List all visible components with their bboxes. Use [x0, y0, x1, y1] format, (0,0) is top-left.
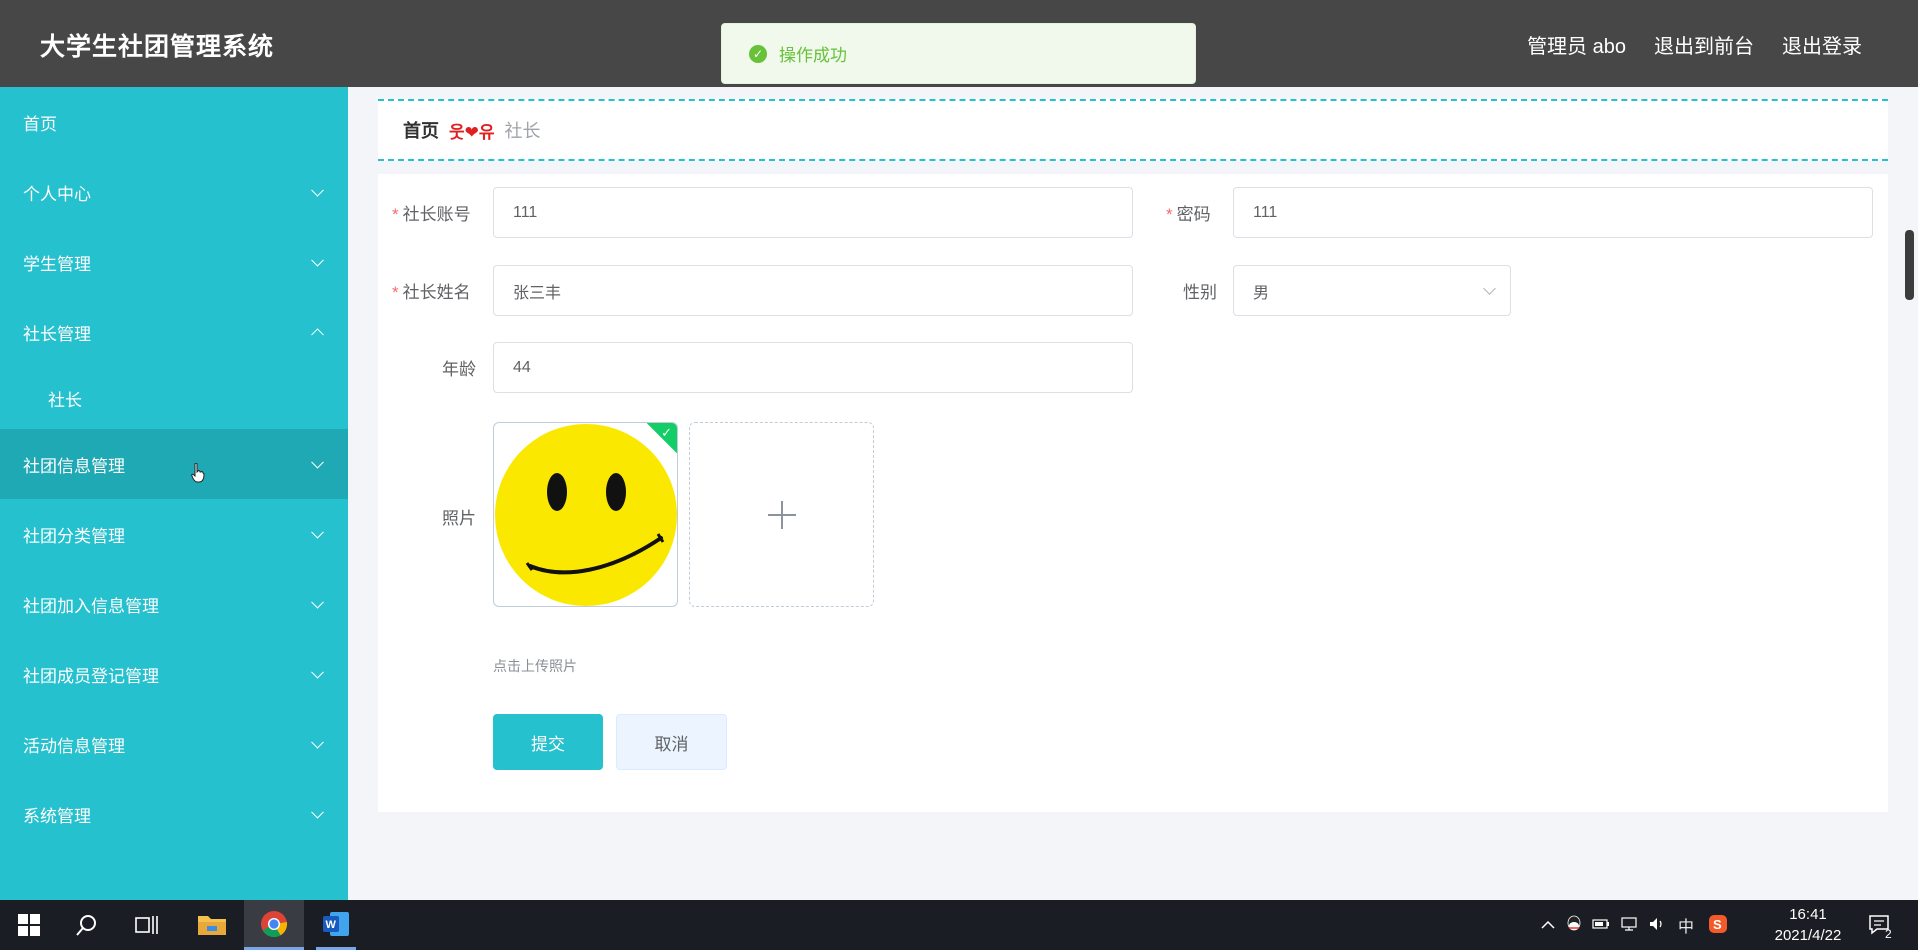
president-form: * 社长账号 111 * 密码 111 * 社长姓名 张三丰 性别 男 年龄 44 照…: [378, 174, 1888, 812]
sidebar-item-president-management[interactable]: 社长管理: [0, 297, 348, 367]
sidebar-item-label: 首页: [23, 114, 57, 134]
page-scrollbar[interactable]: [1905, 230, 1914, 300]
check-icon: ✓: [661, 425, 672, 440]
app-title: 大学生社团管理系统: [40, 33, 275, 61]
sidebar-item-student-management[interactable]: 学生管理: [0, 227, 348, 297]
chevron-up-icon: [311, 328, 324, 342]
smiley-face-image: [495, 424, 677, 606]
sidebar-item-personal-center[interactable]: 个人中心: [0, 157, 348, 227]
chevron-down-icon: [311, 183, 324, 197]
sidebar-item-label: 社团成员登记管理: [23, 666, 159, 686]
account-input[interactable]: 111: [493, 187, 1133, 238]
taskbar-clock[interactable]: 16:41 2021/4/22: [1762, 904, 1854, 946]
svg-text:W: W: [326, 919, 337, 931]
breadcrumb-home[interactable]: 首页: [403, 117, 439, 143]
top-links: 管理员 abo 退出到前台 退出登录: [1527, 30, 1862, 59]
cancel-button[interactable]: 取消: [616, 714, 727, 770]
chevron-down-icon: [311, 665, 324, 679]
system-tray: 中 S: [1540, 900, 1728, 950]
sidebar-item-activity-info[interactable]: 活动信息管理: [0, 709, 348, 779]
upload-add-button[interactable]: [689, 422, 874, 607]
success-check-icon: ✓: [749, 44, 767, 63]
windows-taskbar: W 中 S 16:41 2021/4/22 2: [0, 900, 1918, 950]
sidebar-item-club-info[interactable]: 社团信息管理: [0, 429, 348, 499]
name-label: * 社长姓名: [392, 283, 471, 302]
age-label: 年龄: [442, 360, 476, 379]
account-label: * 社长账号: [392, 205, 471, 224]
notification-icon[interactable]: 2: [1863, 900, 1897, 950]
admin-user-label[interactable]: 管理员 abo: [1527, 30, 1626, 59]
network-icon[interactable]: [1620, 916, 1638, 935]
sidebar-subitem-president[interactable]: 社长: [0, 367, 348, 429]
sidebar-item-label: 系统管理: [23, 806, 91, 826]
breadcrumb-current: 社长: [504, 121, 541, 141]
chevron-down-icon: [311, 805, 324, 819]
toast-message: 操作成功: [779, 46, 847, 65]
chevron-down-icon: [1483, 282, 1496, 295]
gender-select[interactable]: 男: [1233, 265, 1511, 316]
age-input[interactable]: 44: [493, 342, 1133, 393]
gender-label: 性别: [1183, 283, 1217, 302]
sidebar-item-label: 活动信息管理: [23, 736, 125, 756]
chevron-down-icon: [311, 253, 324, 267]
chevron-down-icon: [311, 595, 324, 609]
search-icon[interactable]: [72, 900, 102, 950]
battery-icon[interactable]: [1592, 917, 1610, 934]
chevron-down-icon: [311, 455, 324, 469]
photo-upload-hint: 点击上传照片: [493, 658, 577, 674]
clock-date: 2021/4/22: [1774, 927, 1842, 944]
notification-count: 2: [1885, 927, 1892, 941]
word-icon[interactable]: W: [316, 900, 356, 950]
sidebar-item-system-management[interactable]: 系统管理: [0, 779, 348, 849]
sogou-icon[interactable]: S: [1708, 914, 1728, 937]
hand-cursor-icon: [191, 463, 205, 483]
sidebar-item-label: 个人中心: [23, 184, 91, 204]
sidebar-item-label: 学生管理: [23, 254, 91, 274]
chevron-down-icon: [311, 735, 324, 749]
sidebar-item-label: 社团分类管理: [23, 526, 125, 546]
breadcrumb: 首页 웃❤유 社长: [378, 99, 1888, 161]
file-explorer-icon[interactable]: [195, 900, 229, 950]
back-to-frontend-link[interactable]: 退出到前台: [1654, 30, 1754, 59]
success-toast: ✓ 操作成功: [721, 23, 1196, 84]
chevron-up-icon[interactable]: [1540, 917, 1556, 933]
volume-icon[interactable]: [1648, 916, 1666, 935]
qq-icon[interactable]: [1566, 915, 1582, 936]
name-input[interactable]: 张三丰: [493, 265, 1133, 316]
sidebar-item-club-category[interactable]: 社团分类管理: [0, 499, 348, 569]
sidebar-item-label: 社长管理: [23, 324, 91, 344]
sidebar-menu: 首页 个人中心 学生管理 社长管理 社长 社团信息管理 社团分类管理 社团加入信…: [0, 87, 348, 900]
clock-time: 16:41: [1789, 906, 1827, 923]
logout-link[interactable]: 退出登录: [1782, 30, 1862, 59]
plus-icon: [767, 500, 796, 529]
chrome-icon[interactable]: [244, 900, 304, 950]
svg-text:S: S: [1713, 917, 1722, 932]
sidebar-item-label: 社团信息管理: [23, 456, 125, 476]
chevron-down-icon: [311, 525, 324, 539]
password-input[interactable]: 111: [1233, 187, 1873, 238]
task-view-icon[interactable]: [132, 900, 162, 950]
sidebar-item-home[interactable]: 首页: [0, 87, 348, 157]
uploaded-photo-thumbnail[interactable]: ✓: [493, 422, 678, 607]
sidebar-item-label: 社长: [48, 390, 82, 410]
sidebar-item-club-join[interactable]: 社团加入信息管理: [0, 569, 348, 639]
submit-button[interactable]: 提交: [493, 714, 603, 770]
sidebar-item-member-registration[interactable]: 社团成员登记管理: [0, 639, 348, 709]
input-method-indicator[interactable]: 中: [1678, 913, 1694, 937]
sidebar-item-label: 社团加入信息管理: [23, 596, 159, 616]
breadcrumb-separator: 웃❤유: [449, 122, 495, 142]
windows-start-icon[interactable]: [14, 900, 44, 950]
password-label: * 密码: [1166, 205, 1211, 224]
photo-label: 照片: [442, 509, 476, 528]
gender-select-value: 男: [1253, 284, 1270, 302]
